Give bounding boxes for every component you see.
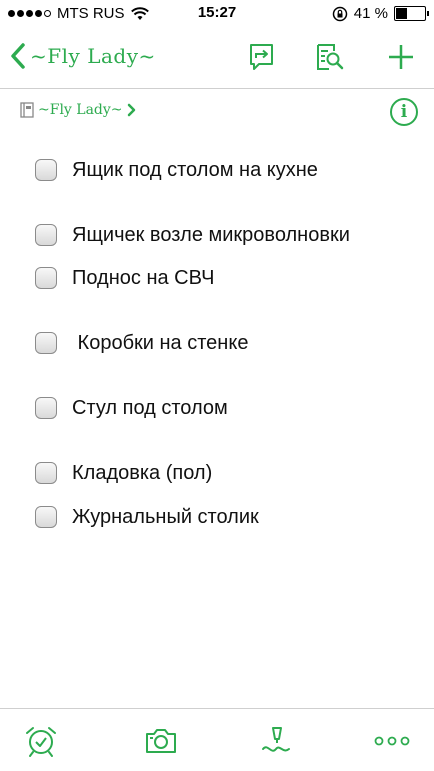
- info-button[interactable]: i: [390, 98, 418, 126]
- checkbox[interactable]: [35, 332, 57, 354]
- checklist-item-text: Ящичек возле микроволновки: [72, 223, 350, 246]
- notebook-icon: [20, 102, 34, 118]
- checkbox[interactable]: [35, 506, 57, 528]
- checkbox[interactable]: [35, 159, 57, 181]
- checkbox[interactable]: [35, 267, 57, 289]
- checklist-item-text: Стул под столом: [72, 396, 228, 419]
- note-search-icon[interactable]: [314, 42, 344, 72]
- alarm-icon[interactable]: [24, 725, 58, 757]
- notebook-label: ~Fly Lady~: [38, 102, 123, 118]
- status-bar: MTS RUS 15:27 41 %: [0, 0, 434, 28]
- chevron-right-icon: [127, 103, 135, 117]
- bottom-toolbar: [0, 708, 434, 771]
- checklist-item[interactable]: Ящик под столом на кухне: [35, 157, 318, 183]
- checklist-item-text: Поднос на СВЧ: [72, 266, 215, 289]
- battery-icon: [394, 6, 429, 21]
- handwriting-icon[interactable]: [259, 725, 293, 757]
- checklist-item[interactable]: Ящичек возле микроволновки: [35, 222, 350, 248]
- back-button[interactable]: ~Fly Lady~: [10, 42, 156, 70]
- add-icon[interactable]: [386, 42, 416, 72]
- status-right: 41 %: [332, 5, 429, 22]
- info-icon: i: [400, 102, 408, 122]
- notebook-selector[interactable]: ~Fly Lady~: [20, 102, 137, 118]
- chevron-left-icon: [11, 43, 25, 69]
- checklist-item[interactable]: Поднос на СВЧ: [35, 265, 214, 291]
- checkbox[interactable]: [35, 397, 57, 419]
- more-icon[interactable]: [372, 725, 412, 757]
- checklist-item-text: Кладовка (пол): [72, 461, 213, 484]
- checklist-item[interactable]: Журнальный столик: [35, 504, 259, 530]
- rotation-lock-icon: [332, 6, 348, 21]
- checklist-item[interactable]: Коробки на стенке: [35, 330, 248, 356]
- camera-icon[interactable]: [144, 725, 178, 757]
- checklist-item-text: Коробки на стенке: [72, 331, 249, 354]
- checklist-item[interactable]: Кладовка (пол): [35, 460, 212, 486]
- checkbox[interactable]: [35, 462, 57, 484]
- battery-percent: 41 %: [353, 5, 388, 22]
- back-button-label: ~Fly Lady~: [30, 44, 156, 68]
- checkbox[interactable]: [35, 224, 57, 246]
- notebook-row: ~Fly Lady~ i: [0, 96, 434, 130]
- checklist-item-text: Журнальный столик: [72, 505, 259, 528]
- share-icon[interactable]: [247, 42, 277, 72]
- navigation-bar: ~Fly Lady~: [0, 28, 434, 89]
- checklist-item[interactable]: Стул под столом: [35, 395, 228, 421]
- checklist-item-text: Ящик под столом на кухне: [72, 158, 318, 181]
